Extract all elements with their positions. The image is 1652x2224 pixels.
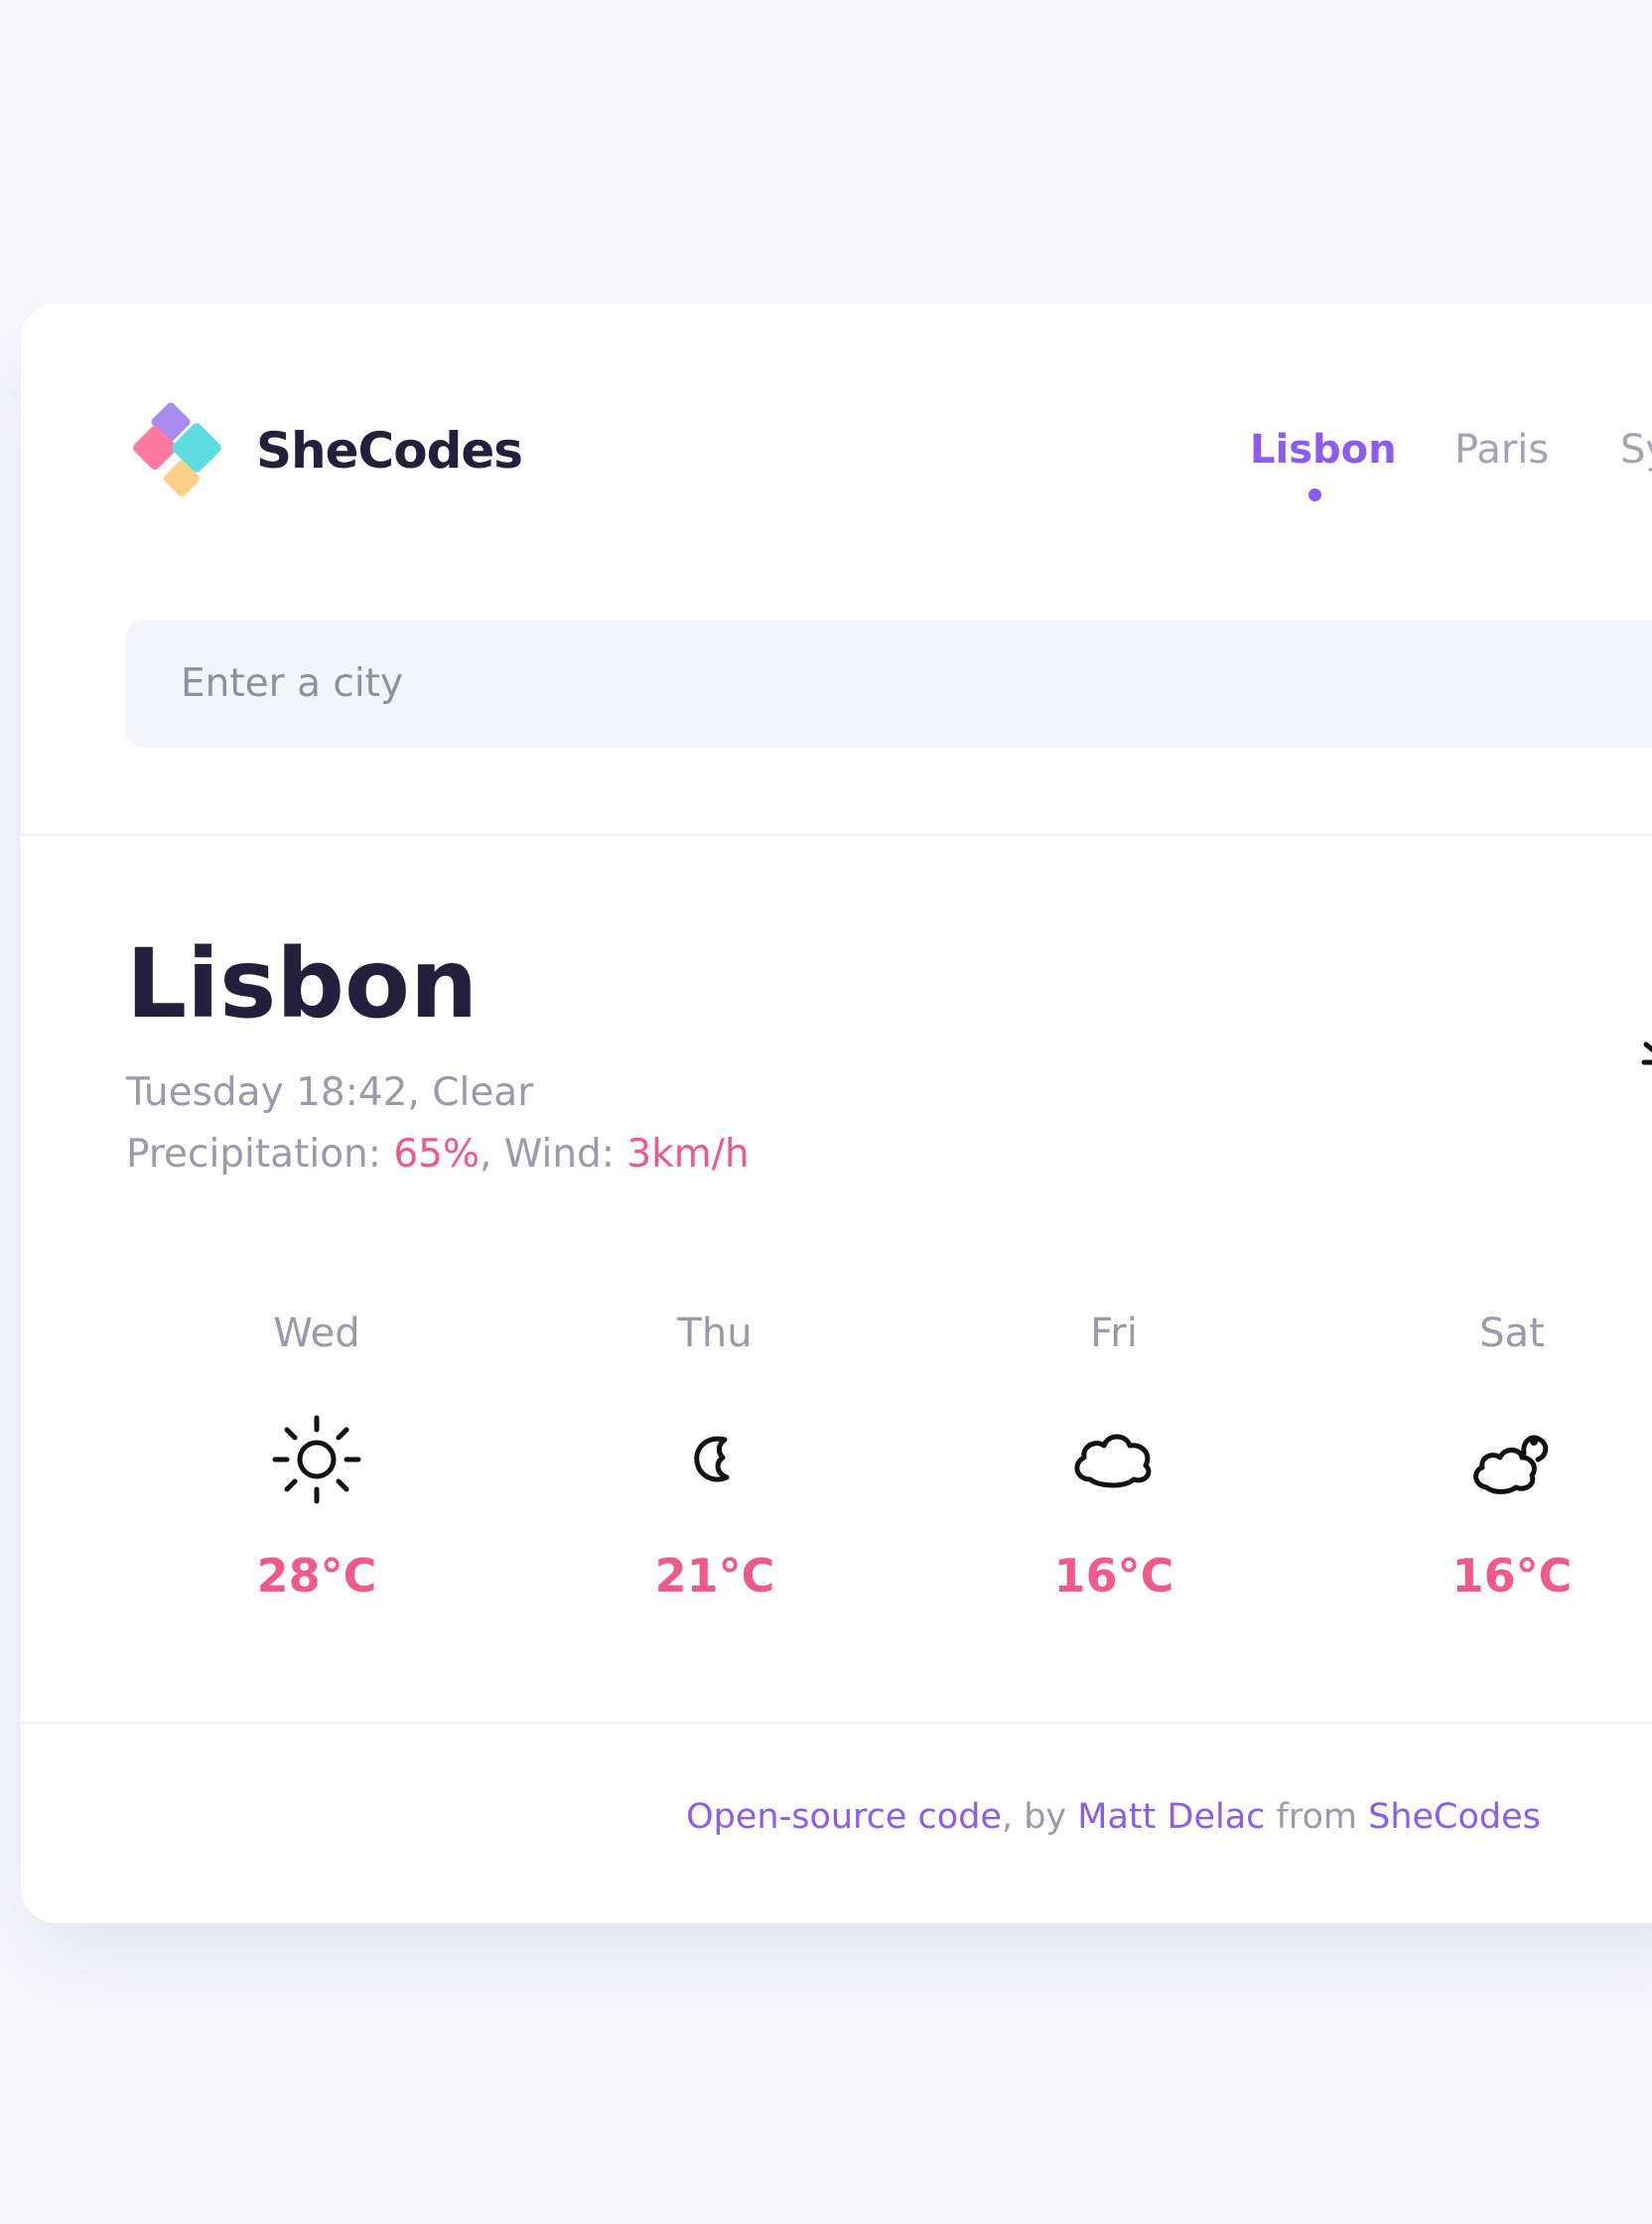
forecast-temp: 28°C: [256, 1549, 377, 1602]
footer-from-text: from: [1265, 1797, 1369, 1837]
forecast-temp: 16°C: [1451, 1549, 1573, 1602]
author-link[interactable]: Matt Delac: [1077, 1797, 1265, 1837]
nav-item-lisbon[interactable]: Lisbon: [1250, 427, 1397, 473]
header-divider: [21, 834, 1652, 836]
search-input[interactable]: Enter a city: [126, 620, 1652, 748]
forecast-day-thu: Thu 21°C: [596, 1311, 834, 1602]
weather-details: Precipitation: 65%, Wind: 3km/h: [126, 1132, 750, 1177]
forecast-day-fri: Fri 16°C: [995, 1311, 1233, 1602]
nav-item-paris[interactable]: Paris: [1454, 427, 1549, 473]
cloud-sun-icon: [1473, 1435, 1549, 1494]
forecast-day-label: Fri: [1090, 1311, 1138, 1356]
datetime-condition: Tuesday 18:42, Clear: [126, 1070, 534, 1115]
nav-active-indicator: [1308, 488, 1321, 501]
open-source-link[interactable]: Open-source code: [686, 1797, 1002, 1837]
wind-value: 3km/h: [626, 1132, 750, 1177]
city-title: Lisbon: [126, 928, 479, 1040]
sun-icon: [272, 1415, 361, 1504]
page: SheCodes Lisbon Paris Sy Enter a city Li…: [0, 0, 1652, 2224]
footer: Open-source code, by Matt Delac from She…: [0, 1797, 1652, 1837]
current-weather-icon: [1641, 1042, 1652, 1065]
shecodes-link[interactable]: SheCodes: [1368, 1797, 1541, 1837]
forecast-day-label: Sat: [1479, 1311, 1545, 1356]
forecast-day-wed: Wed 28°C: [198, 1311, 436, 1602]
shecodes-logo-icon: [133, 402, 221, 497]
forecast-day-sat: Sat 16°C: [1393, 1311, 1631, 1602]
moon-icon: [694, 1436, 730, 1482]
footer-divider: [21, 1722, 1652, 1724]
forecast-day-label: Wed: [273, 1311, 360, 1356]
nav-item-sydney[interactable]: Sy: [1620, 427, 1652, 473]
forecast-day-label: Thu: [677, 1311, 753, 1356]
forecast-temp: 16°C: [1053, 1549, 1174, 1602]
forecast-temp: 21°C: [654, 1549, 775, 1602]
cloud-icon: [1074, 1434, 1152, 1488]
footer-by-text: , by: [1001, 1797, 1078, 1837]
wind-label: , Wind:: [480, 1132, 627, 1177]
precipitation-label: Precipitation:: [126, 1132, 394, 1177]
brand-name: SheCodes: [256, 422, 523, 480]
precipitation-value: 65%: [393, 1132, 480, 1177]
